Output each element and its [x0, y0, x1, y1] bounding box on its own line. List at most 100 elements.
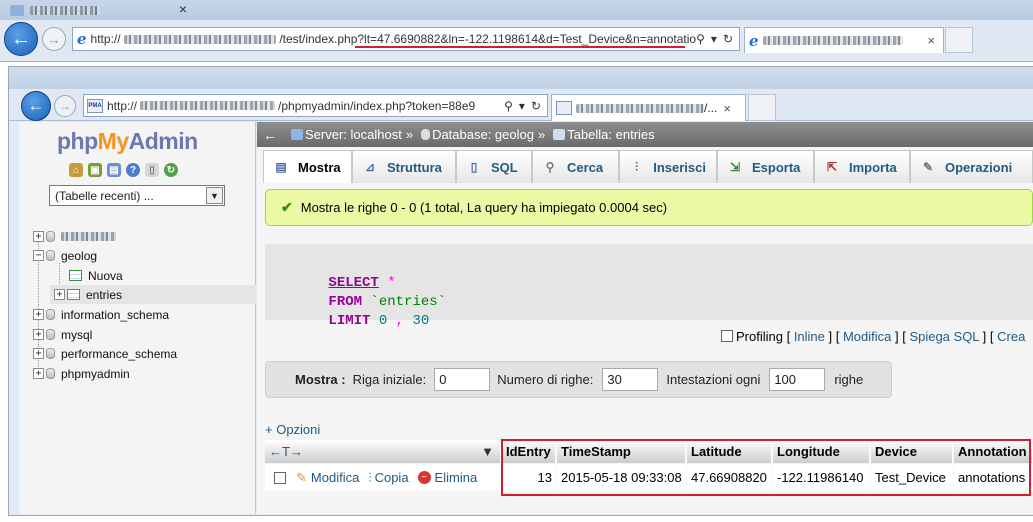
back-button[interactable]: ←	[4, 22, 38, 56]
outer-browser-tab[interactable]: e ×	[744, 27, 944, 53]
table-menu-tabs: ▤ Mostra ⊿ Struttura ▯ SQL ⚲ Cerca ⫶ Inserisc…	[263, 150, 1033, 183]
inner-browser-tab[interactable]: /... ×	[551, 94, 746, 121]
tab-close-icon[interactable]: ×	[927, 33, 935, 48]
pencil-icon: ✎	[296, 469, 307, 485]
copy-icon: ⫶	[368, 469, 372, 485]
arrow-right-icon: →	[47, 31, 61, 47]
tree-label: phpmyadmin	[61, 366, 130, 381]
righe-label: righe	[834, 372, 864, 387]
riga-iniziale-input[interactable]: 0	[434, 368, 491, 391]
refresh-icon[interactable]: ↻	[531, 99, 541, 113]
tree-item-performance-schema[interactable]: + performance_schema	[33, 344, 177, 363]
table-icon	[553, 129, 566, 140]
blurred-db-name	[61, 232, 116, 241]
tree-item-nuova[interactable]: Nuova	[69, 266, 123, 285]
refresh-icon[interactable]: ↻	[723, 32, 733, 46]
search-icon[interactable]: ⚲	[696, 32, 705, 46]
tab-close-icon[interactable]: ×	[723, 101, 731, 116]
inline-link[interactable]: Inline	[794, 329, 825, 344]
new-tab-button[interactable]	[748, 94, 776, 121]
edit-query-link[interactable]: Modifica	[843, 329, 891, 344]
ie-icon: e	[77, 30, 87, 48]
search-icon[interactable]: ⚲	[504, 99, 513, 113]
forward-button[interactable]: →	[42, 27, 66, 51]
expand-icon[interactable]: +	[33, 231, 44, 242]
arrow-right-icon: →	[59, 99, 71, 113]
new-tab-button[interactable]	[945, 27, 973, 53]
inner-url-path: /phpmyadmin/index.php?token=88e9	[278, 98, 476, 113]
breadcrumb-server[interactable]: Server: localhost	[305, 127, 402, 142]
results-highlight-box	[501, 439, 1031, 496]
chevron-down-icon[interactable]: ▾	[711, 32, 717, 46]
numero-righe-input[interactable]: 30	[602, 368, 659, 391]
sql-count: 30	[412, 313, 430, 329]
sort-dropdown-icon[interactable]: ▼	[481, 444, 494, 459]
new-table-icon	[69, 270, 82, 281]
window-close-icon[interactable]: ×	[172, 1, 194, 19]
tree-item-geolog[interactable]: − geolog	[33, 246, 97, 265]
recent-tables-select[interactable]: (Tabelle recenti) ... ▼	[49, 185, 225, 206]
reload-icon[interactable]: ↻	[164, 163, 178, 177]
phpmyadmin-logo[interactable]: phpMyAdmin	[57, 128, 198, 155]
profiling-label: Profiling	[736, 329, 783, 344]
tree-item-mysql[interactable]: + mysql	[33, 325, 92, 344]
back-button[interactable]: ←	[21, 91, 51, 121]
sql-icon: ▯	[470, 160, 478, 174]
profiling-checkbox[interactable]	[721, 330, 733, 342]
pma-favicon-icon: PMA	[87, 98, 103, 113]
options-link[interactable]: + Opzioni	[265, 422, 320, 437]
arrow-left-icon: ←	[27, 96, 45, 115]
tab-esporta[interactable]: ⇲ Esporta	[717, 150, 814, 183]
export-icon: ⇲	[729, 160, 741, 174]
table-icon	[67, 289, 80, 300]
expand-icon[interactable]: +	[33, 348, 44, 359]
delete-row-button[interactable]: − Elimina	[417, 470, 477, 485]
create-php-link[interactable]: Crea	[997, 329, 1025, 344]
column-arrows-icon[interactable]: ←T→	[269, 444, 303, 459]
server-icon	[291, 129, 303, 140]
expand-icon[interactable]: +	[33, 368, 44, 379]
database-icon	[421, 129, 431, 140]
collapse-icon[interactable]: −	[33, 250, 44, 261]
inner-address-bar[interactable]: PMA http:// /phpmyadmin/index.php?token=…	[83, 94, 548, 117]
success-text: Mostra le righe 0 - 0 (1 total, La query…	[300, 200, 668, 215]
outer-url-prefix: http://	[90, 32, 121, 46]
tree-item-phpmyadmin[interactable]: + phpmyadmin	[33, 364, 130, 383]
database-icon	[46, 329, 55, 340]
insert-icon: ⫶	[635, 159, 639, 174]
table-header-controls: ←T→ ▼	[265, 440, 501, 463]
row-checkbox[interactable]	[274, 471, 286, 484]
breadcrumb-table[interactable]: Tabella: entries	[567, 127, 654, 142]
intestazioni-input[interactable]: 100	[769, 368, 826, 391]
tree-item-information-schema[interactable]: + information_schema	[33, 305, 169, 324]
breadcrumb-separator: »	[537, 127, 546, 142]
chevron-down-icon[interactable]: ▾	[519, 99, 525, 113]
chevron-down-icon[interactable]: ▼	[206, 187, 223, 204]
explain-sql-link[interactable]: Spiega SQL	[909, 329, 979, 344]
tab-inserisci[interactable]: ⫶ Inserisci	[619, 150, 717, 183]
inner-url-prefix: http://	[107, 98, 138, 113]
tree-label: performance_schema	[61, 346, 178, 361]
tab-operazioni[interactable]: ✎ Operazioni	[910, 150, 1033, 183]
home-icon[interactable]: ⌂	[69, 163, 83, 177]
tab-sql[interactable]: ▯ SQL	[456, 150, 532, 183]
expand-icon[interactable]: +	[54, 289, 65, 300]
arrow-left-icon[interactable]: ←	[263, 127, 277, 143]
exit-icon[interactable]: ▣	[88, 163, 102, 177]
expand-icon[interactable]: +	[33, 309, 44, 320]
tree-item-blurred-db[interactable]: +	[33, 227, 116, 246]
copy-row-button[interactable]: ⫶ Copia	[368, 470, 408, 486]
tab-cerca[interactable]: ⚲ Cerca	[532, 150, 619, 183]
tab-struttura[interactable]: ⊿ Struttura	[352, 150, 456, 183]
forward-button[interactable]: →	[54, 95, 76, 117]
expand-icon[interactable]: +	[33, 329, 44, 340]
edit-row-button[interactable]: ✎ Modifica	[296, 470, 359, 486]
query-window-icon[interactable]: ▤	[107, 163, 121, 177]
breadcrumb-database[interactable]: Database: geolog	[432, 127, 534, 142]
help-icon[interactable]: ?	[126, 163, 140, 177]
docs-icon[interactable]: ▯	[145, 163, 159, 177]
tab-importa[interactable]: ⇱ Importa	[814, 150, 910, 183]
tab-mostra[interactable]: ▤ Mostra	[263, 150, 352, 183]
import-icon: ⇱	[826, 160, 838, 174]
tree-item-entries[interactable]: + entries	[50, 285, 256, 304]
